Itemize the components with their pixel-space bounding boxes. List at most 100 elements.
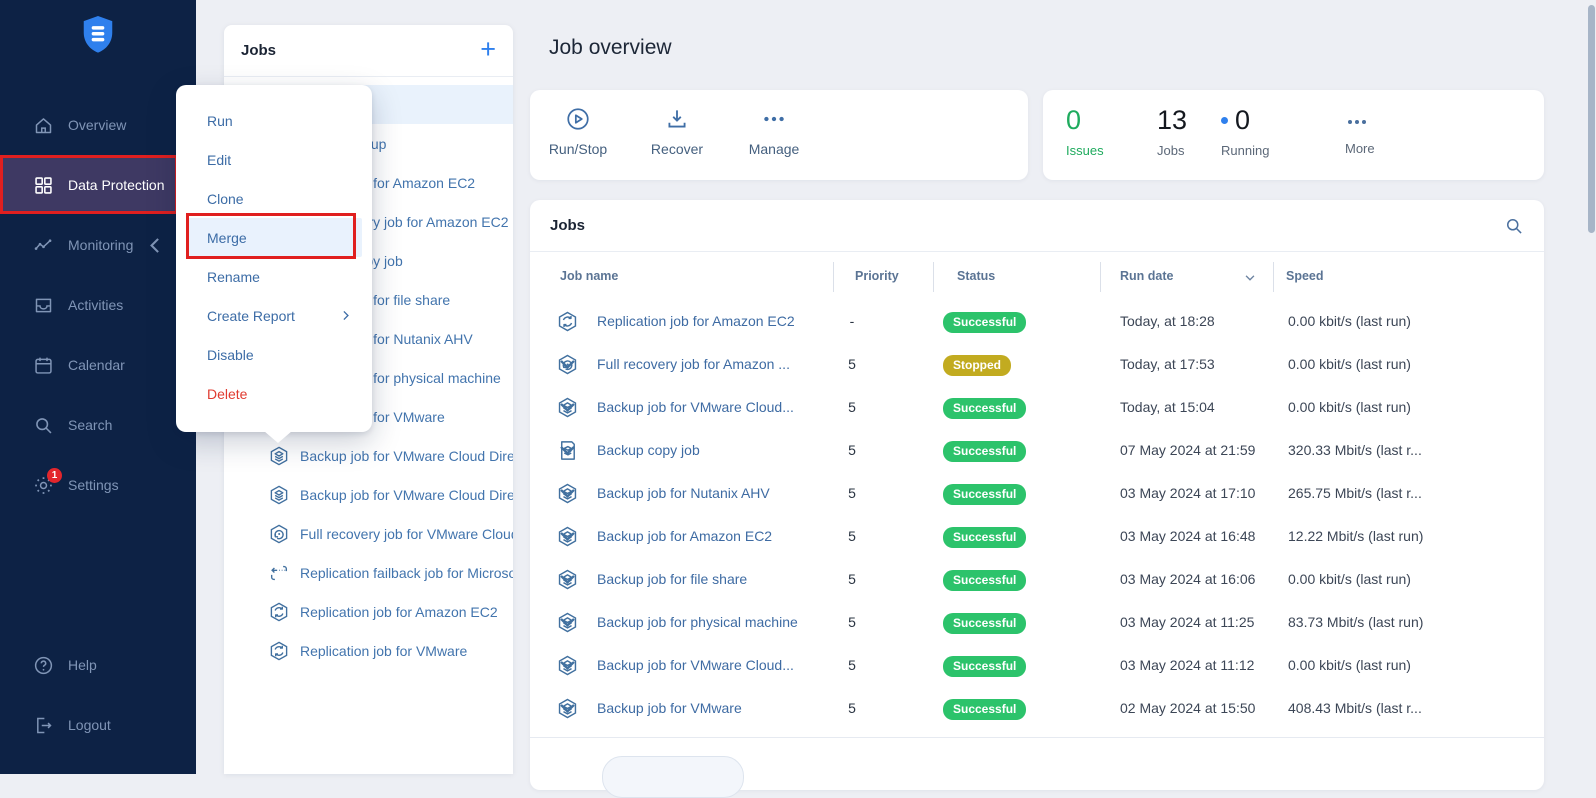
job-name-link[interactable]: Backup job for VMware <box>597 700 742 716</box>
stat-number: 13 <box>1157 104 1187 136</box>
table-row[interactable]: Backup job for VMware Cloud...5Successfu… <box>530 644 1544 687</box>
priority-chevron-down-icon[interactable] <box>556 525 579 548</box>
run-stop-button[interactable]: Run/Stop <box>530 106 626 157</box>
sort-chevron-down-icon[interactable] <box>1243 271 1257 285</box>
scrollbar-thumb[interactable] <box>1588 5 1595 233</box>
jobs-table-header: Jobs <box>530 200 1544 252</box>
table-row[interactable]: Full recovery job for Amazon ...5Stopped… <box>530 343 1544 386</box>
sidebar-item-help[interactable]: Help <box>0 638 196 692</box>
menu-item-edit[interactable]: Edit <box>176 140 372 179</box>
jobs-panel-item-label: Replication job for VMware <box>300 643 467 659</box>
menu-item-rename[interactable]: Rename <box>176 257 372 296</box>
sidebar-item-calendar[interactable]: Calendar <box>0 338 196 392</box>
table-row[interactable]: Replication job for Amazon EC2-Successfu… <box>530 300 1544 343</box>
sidebar-item-logout[interactable]: Logout <box>0 698 196 752</box>
jobs-panel-item[interactable]: Replication job for VMware <box>224 631 513 670</box>
menu-item-disable[interactable]: Disable <box>176 335 372 374</box>
pagination-button-partial[interactable] <box>602 756 744 798</box>
page-title: Job overview <box>549 36 672 60</box>
add-job-button[interactable]: + <box>480 36 496 63</box>
stat-label: Jobs <box>1157 143 1187 158</box>
priority-value: 5 <box>830 485 874 501</box>
table-row[interactable]: Backup job for physical machine5Successf… <box>530 601 1544 644</box>
sidebar-item-label: Settings <box>68 477 119 493</box>
priority-chevron-down-icon[interactable] <box>556 611 579 634</box>
job-name-link[interactable]: Backup job for file share <box>597 571 747 587</box>
job-name-link[interactable]: Backup job for VMware Cloud... <box>597 399 794 415</box>
column-header-priority[interactable]: Priority <box>855 269 899 283</box>
manage-button[interactable]: Manage <box>726 106 822 157</box>
speed: 0.00 kbit/s (last run) <box>1288 657 1411 673</box>
menu-item-merge[interactable]: Merge <box>186 218 362 257</box>
priority-value: - <box>830 313 874 329</box>
jobs-panel-item[interactable]: Replication job for Amazon EC2 <box>224 592 513 631</box>
chevron-left-icon[interactable] <box>145 235 166 256</box>
stat-value: 0 <box>1221 104 1269 136</box>
sidebar-item-search[interactable]: Search <box>0 398 196 452</box>
job-name-link[interactable]: Backup job for Amazon EC2 <box>597 528 772 544</box>
replication-job-icon <box>268 640 290 662</box>
jobs-panel-item[interactable]: Replication failback job for Microsoft A… <box>224 553 513 592</box>
column-header-status[interactable]: Status <box>957 269 995 283</box>
help-icon <box>33 655 54 676</box>
jobs-panel-item[interactable]: Backup job for VMware Cloud Director <box>224 475 513 514</box>
column-header-run-date[interactable]: Run date <box>1120 269 1173 283</box>
sidebar-item-label: Overview <box>68 117 126 133</box>
job-name-link[interactable]: Backup job for physical machine <box>597 614 798 630</box>
sidebar-item-monitoring[interactable]: Monitoring <box>0 218 196 272</box>
table-row[interactable]: Backup job for VMware5Successful02 May 2… <box>530 687 1544 730</box>
priority-chevron-down-icon[interactable] <box>556 568 579 591</box>
job-name-link[interactable]: Full recovery job for Amazon ... <box>597 356 790 372</box>
stat-label: Issues <box>1066 143 1104 158</box>
run-date: 03 May 2024 at 17:10 <box>1120 485 1255 501</box>
column-header-speed[interactable]: Speed <box>1286 269 1324 283</box>
action-label: Manage <box>726 141 822 157</box>
menu-item-label: Run <box>207 113 233 129</box>
priority-chevron-down-icon[interactable] <box>556 482 579 505</box>
sidebar-item-settings[interactable]: 1Settings <box>0 458 196 512</box>
menu-item-create-report[interactable]: Create Report <box>176 296 372 335</box>
activities-icon <box>33 295 54 316</box>
job-name-link[interactable]: Backup job for VMware Cloud... <box>597 657 794 673</box>
priority-value: 5 <box>830 356 874 372</box>
menu-item-delete[interactable]: Delete <box>176 374 372 413</box>
table-row[interactable]: Backup job for Amazon EC25Successful03 M… <box>530 515 1544 558</box>
shield-logo-icon[interactable] <box>79 13 117 57</box>
stat-more[interactable]: More <box>1345 104 1375 156</box>
sidebar-item-data-protection[interactable]: Data Protection <box>0 158 196 212</box>
sidebar-item-overview[interactable]: Overview <box>0 98 196 152</box>
table-row[interactable]: Backup job for VMware Cloud...5Successfu… <box>530 386 1544 429</box>
stat-value: 0 <box>1066 104 1104 136</box>
job-name-link[interactable]: Backup copy job <box>597 442 700 458</box>
table-row[interactable]: Backup job for Nutanix AHV5Successful03 … <box>530 472 1544 515</box>
column-header-job-name[interactable]: Job name <box>560 269 618 283</box>
jobs-panel-item[interactable]: Full recovery job for VMware Cloud Direc… <box>224 514 513 553</box>
status-badge: Successful <box>943 570 1026 591</box>
menu-item-label: Rename <box>207 269 260 285</box>
backup-job-icon <box>268 445 290 467</box>
run-date: Today, at 18:28 <box>1120 313 1215 329</box>
menu-item-run[interactable]: Run <box>176 101 372 140</box>
sidebar-item-activities[interactable]: Activities <box>0 278 196 332</box>
play-circle-icon <box>565 106 591 132</box>
speed: 408.43 Mbit/s (last r... <box>1288 700 1422 716</box>
stat-issues[interactable]: 0 Issues <box>1066 104 1104 158</box>
priority-chevron-down-icon[interactable] <box>556 396 579 419</box>
priority-value: 5 <box>830 657 874 673</box>
search-icon[interactable] <box>1504 216 1524 236</box>
table-row[interactable]: Backup job for file share5Successful03 M… <box>530 558 1544 601</box>
recover-button[interactable]: Recover <box>629 106 725 157</box>
priority-chevron-down-icon[interactable] <box>556 353 579 376</box>
table-row[interactable]: Backup copy job5Successful07 May 2024 at… <box>530 429 1544 472</box>
priority-chevron-down-icon[interactable] <box>556 654 579 677</box>
menu-item-clone[interactable]: Clone <box>176 179 372 218</box>
job-name-link[interactable]: Backup job for Nutanix AHV <box>597 485 770 501</box>
priority-value: 5 <box>830 528 874 544</box>
stat-jobs[interactable]: 13 Jobs <box>1157 104 1187 158</box>
job-name-link[interactable]: Replication job for Amazon EC2 <box>597 313 795 329</box>
table-column-header-row: Job name Priority Status Run date Speed <box>530 252 1544 300</box>
stat-running[interactable]: 0Running <box>1221 104 1269 158</box>
sidebar: Overview Data Protection Monitoring Activit… <box>0 0 196 774</box>
priority-chevron-down-icon[interactable] <box>556 439 579 462</box>
priority-chevron-down-icon[interactable] <box>556 697 579 720</box>
